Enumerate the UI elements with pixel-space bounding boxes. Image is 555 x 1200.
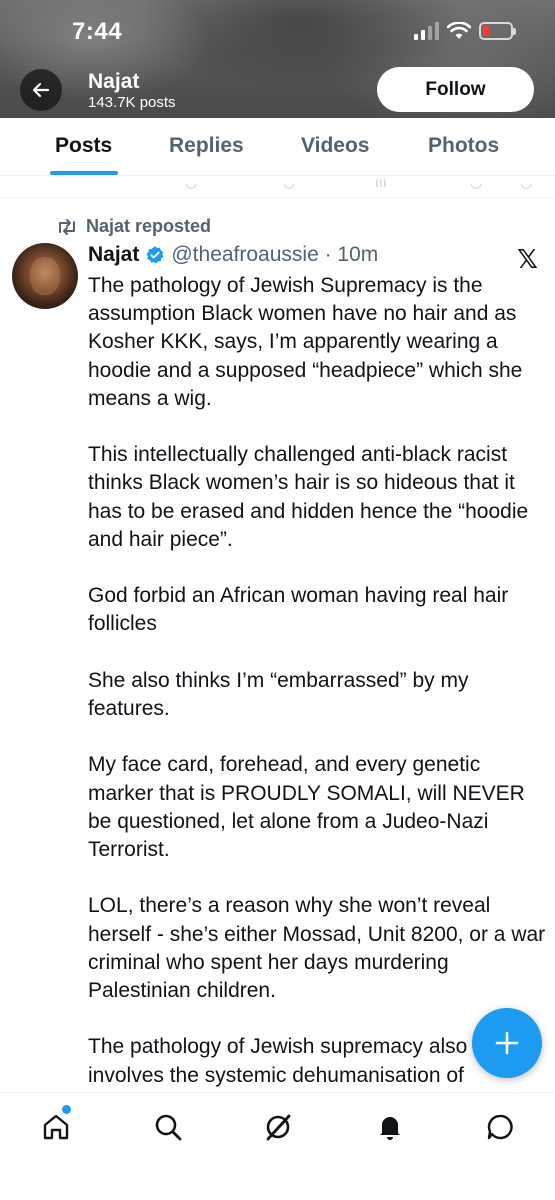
post-count: 143.7K posts — [88, 94, 176, 111]
verified-badge-icon — [146, 246, 164, 264]
nav-grok[interactable] — [258, 1107, 298, 1147]
previous-post-actions: ◡ ◡ ııı ◡ ◡ — [0, 174, 555, 198]
post-paragraph: This intellectually challenged anti-blac… — [88, 443, 529, 551]
avatar[interactable] — [12, 243, 78, 309]
tab-photos[interactable]: Photos — [428, 134, 499, 158]
tab-posts[interactable]: Posts — [55, 134, 112, 158]
status-icons — [414, 22, 516, 40]
follow-button[interactable]: Follow — [377, 67, 534, 112]
wifi-icon — [447, 22, 471, 39]
messages-icon — [487, 1114, 513, 1140]
grok-icon — [266, 1114, 291, 1141]
author-name[interactable]: Najat — [88, 243, 139, 267]
nav-home[interactable] — [36, 1105, 76, 1147]
compose-button[interactable] — [472, 1008, 542, 1078]
share-icon[interactable]: ◡ — [520, 174, 532, 191]
bookmark-icon[interactable]: ◡ — [470, 174, 482, 191]
nav-messages[interactable] — [480, 1107, 520, 1147]
notifications-bell-icon — [380, 1117, 400, 1140]
like-icon[interactable]: ◡ — [283, 174, 295, 191]
arrow-left-icon — [32, 82, 50, 98]
nav-search[interactable] — [148, 1107, 188, 1147]
bottom-navigation — [0, 1092, 555, 1200]
search-icon — [155, 1114, 182, 1141]
reply-icon[interactable]: ◡ — [185, 174, 197, 191]
repost-icon — [59, 218, 75, 235]
repost-label: Najat reposted — [86, 216, 212, 236]
home-notification-dot — [62, 1105, 71, 1114]
post-paragraph: God forbid an African woman having real … — [88, 584, 509, 636]
post-paragraph: My face card, forehead, and every geneti… — [88, 753, 525, 861]
post-header: Najat @theafroaussie · 10m — [88, 243, 378, 267]
cellular-signal-icon — [414, 22, 439, 40]
status-time: 7:44 — [72, 18, 123, 45]
back-button[interactable] — [20, 69, 62, 111]
post-paragraph: The pathology of Jewish Supremacy is the… — [88, 274, 523, 410]
x-logo-icon: 𝕏 — [517, 244, 538, 274]
post-paragraph: LOL, there’s a reason why she won’t reve… — [88, 894, 546, 1002]
battery-icon — [479, 22, 516, 40]
plus-icon — [495, 1031, 519, 1055]
profile-name: Najat — [88, 70, 140, 93]
views-icon[interactable]: ııı — [375, 174, 387, 190]
tab-replies[interactable]: Replies — [169, 134, 244, 158]
post-paragraph: She also thinks I’m “embarrassed” by my … — [88, 668, 469, 720]
profile-header: 7:44 Najat 143.7K posts Follow — [0, 0, 555, 118]
repost-indicator[interactable]: Najat reposted — [56, 216, 211, 237]
home-icon — [43, 1114, 69, 1140]
tab-videos[interactable]: Videos — [301, 134, 369, 158]
handle-and-time: @theafroaussie · 10m — [171, 243, 379, 266]
post-text: The pathology of Jewish Supremacy is the… — [88, 272, 548, 1118]
profile-tabs: Posts Replies Videos Photos — [0, 118, 555, 176]
active-tab-indicator — [50, 171, 118, 175]
nav-notifications[interactable] — [370, 1107, 410, 1147]
